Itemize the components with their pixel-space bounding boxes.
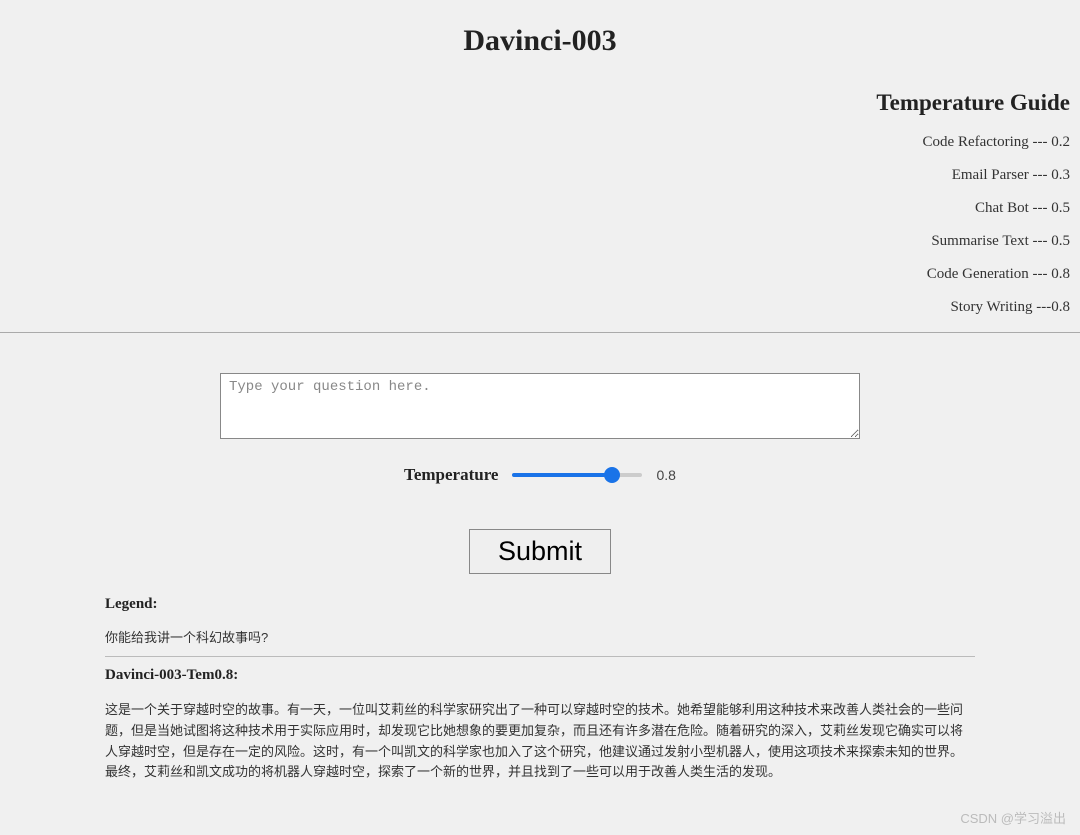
results-section: Legend: 你能给我讲一个科幻故事吗? Davinci-003-Tem0.8… bbox=[105, 596, 975, 783]
guide-item: Code Generation --- 0.8 bbox=[0, 266, 1070, 283]
page-title: Davinci-003 bbox=[0, 0, 1080, 58]
temperature-slider[interactable] bbox=[512, 473, 642, 477]
guide-item: Chat Bot --- 0.5 bbox=[0, 200, 1070, 217]
watermark: CSDN @学习溢出 bbox=[960, 808, 1066, 827]
form-area: Temperature 0.8 Submit Legend: 你能给我讲一个科幻… bbox=[0, 373, 1080, 783]
submit-button[interactable]: Submit bbox=[469, 529, 611, 574]
temperature-value: 0.8 bbox=[656, 467, 675, 483]
guide-item: Email Parser --- 0.3 bbox=[0, 167, 1070, 184]
guide-title: Temperature Guide bbox=[0, 90, 1070, 116]
section-divider bbox=[0, 332, 1080, 333]
guide-item: Code Refactoring --- 0.2 bbox=[0, 134, 1070, 151]
response-body: 这是一个关于穿越时空的故事。有一天，一位叫艾莉丝的科学家研究出了一种可以穿越时空… bbox=[105, 700, 975, 783]
temperature-guide: Temperature Guide Code Refactoring --- 0… bbox=[0, 90, 1080, 316]
legend-divider bbox=[105, 656, 975, 657]
temperature-label: Temperature bbox=[404, 465, 498, 485]
guide-item: Summarise Text --- 0.5 bbox=[0, 233, 1070, 250]
legend-question: 你能给我讲一个科幻故事吗? bbox=[105, 627, 975, 646]
temperature-row: Temperature 0.8 bbox=[0, 465, 1080, 485]
question-input[interactable] bbox=[220, 373, 860, 439]
legend-label: Legend: bbox=[105, 596, 975, 613]
guide-item: Story Writing ---0.8 bbox=[0, 299, 1070, 316]
response-label: Davinci-003-Tem0.8: bbox=[105, 667, 975, 684]
